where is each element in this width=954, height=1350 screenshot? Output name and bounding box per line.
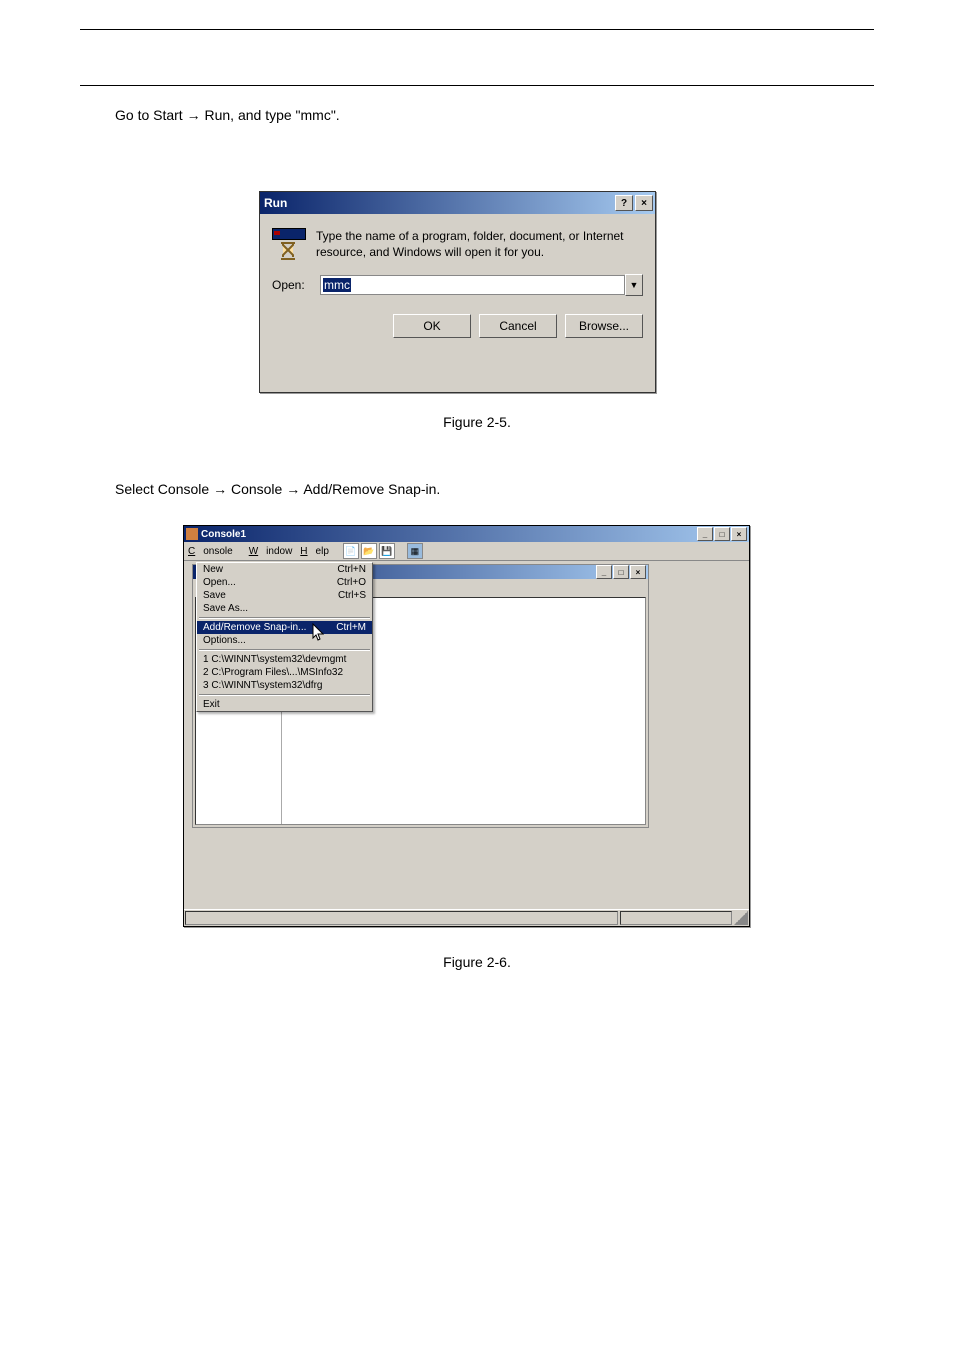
help-button[interactable]: ? — [615, 195, 633, 211]
menu-help[interactable]: Help — [300, 546, 329, 557]
menu-separator — [199, 694, 370, 696]
console-title: Console1 — [201, 529, 696, 540]
figure-caption-2: Figure 2-6. — [0, 954, 954, 970]
menu-item-open[interactable]: Open...Ctrl+O — [197, 576, 372, 589]
toolbar-icons: 📄 📂 💾 ▦ — [343, 543, 423, 559]
arrow-icon: → — [286, 481, 300, 497]
run-body: Type the name of a program, folder, docu… — [260, 214, 655, 264]
close-button[interactable]: × — [731, 527, 747, 541]
cursor-icon — [312, 623, 324, 639]
ok-button[interactable]: OK — [393, 314, 471, 338]
cancel-button[interactable]: Cancel — [479, 314, 557, 338]
statusbar — [184, 909, 749, 926]
menu-separator — [199, 649, 370, 651]
resize-grip-icon[interactable] — [734, 911, 748, 925]
open-input-value: mmc — [323, 278, 351, 292]
step2-mid: Console — [231, 481, 286, 497]
menu-item-exit[interactable]: Exit — [197, 698, 372, 711]
browse-button[interactable]: Browse... — [565, 314, 643, 338]
menu-item-saveas[interactable]: Save As... — [197, 602, 372, 615]
menu-item-new[interactable]: NewCtrl+N — [197, 563, 372, 576]
menu-window[interactable]: Window — [249, 546, 293, 557]
inner-close-button[interactable]: × — [630, 565, 646, 579]
top-rule — [80, 85, 874, 86]
console-icon — [186, 528, 198, 540]
step1-rest: Run, and type "mmc". — [204, 107, 339, 123]
run-dialog: Run ? × Type the name of a program, fold… — [259, 191, 656, 393]
open-icon[interactable]: 📂 — [361, 543, 377, 559]
close-button[interactable]: × — [635, 195, 653, 211]
menu-item-recent2[interactable]: 2 C:\Program Files\...\MSInfo32 — [197, 666, 372, 679]
hourglass-icon — [280, 242, 296, 260]
new-file-icon[interactable]: 📄 — [343, 543, 359, 559]
maximize-button[interactable]: □ — [714, 527, 730, 541]
save-icon[interactable]: 💾 — [379, 543, 395, 559]
console-window: Console1 _ □ × Console Window Help 📄 📂 💾… — [183, 525, 750, 927]
minimize-button[interactable]: _ — [697, 527, 713, 541]
menubar: Console Window Help 📄 📂 💾 ▦ — [184, 542, 749, 561]
bottom-rule — [80, 29, 874, 30]
step2-text: Select Console → Console → Add/Remove Sn… — [115, 481, 440, 497]
tool-icon[interactable]: ▦ — [407, 543, 423, 559]
menu-item-save[interactable]: SaveCtrl+S — [197, 589, 372, 602]
run-icon — [272, 228, 304, 260]
step1-text: Go to Start → Run, and type "mmc". — [115, 107, 340, 123]
run-description: Type the name of a program, folder, docu… — [316, 228, 643, 260]
menu-item-options[interactable]: Options... — [197, 634, 372, 647]
menu-item-addremove[interactable]: Add/Remove Snap-in...Ctrl+M — [197, 621, 372, 634]
inner-minimize-button[interactable]: _ — [596, 565, 612, 579]
open-label: Open: — [272, 278, 320, 292]
arrow-icon: → — [213, 481, 227, 497]
arrow-icon: → — [187, 107, 201, 123]
open-dropdown-button[interactable]: ▼ — [625, 274, 643, 296]
inner-maximize-button[interactable]: □ — [613, 565, 629, 579]
console-menu-dropdown: NewCtrl+N Open...Ctrl+O SaveCtrl+S Save … — [196, 562, 373, 712]
menu-item-recent1[interactable]: 1 C:\WINNT\system32\devmgmt — [197, 653, 372, 666]
step1-prefix: Go to Start — [115, 107, 187, 123]
step2-mid2: Add/Remove Snap-in. — [303, 481, 440, 497]
figure-caption-1: Figure 2-5. — [0, 414, 954, 430]
step2-prefix: Select Console — [115, 481, 213, 497]
menu-item-recent3[interactable]: 3 C:\WINNT\system32\dfrg — [197, 679, 372, 692]
console-titlebar: Console1 _ □ × — [184, 526, 749, 542]
run-titlebar: Run ? × — [260, 192, 655, 214]
menu-console[interactable]: Console — [188, 546, 241, 557]
run-title: Run — [264, 196, 613, 210]
open-row: Open: mmc ▼ — [260, 264, 655, 296]
open-input[interactable]: mmc — [320, 275, 625, 295]
menu-separator — [199, 617, 370, 619]
run-buttons: OK Cancel Browse... — [260, 296, 655, 350]
